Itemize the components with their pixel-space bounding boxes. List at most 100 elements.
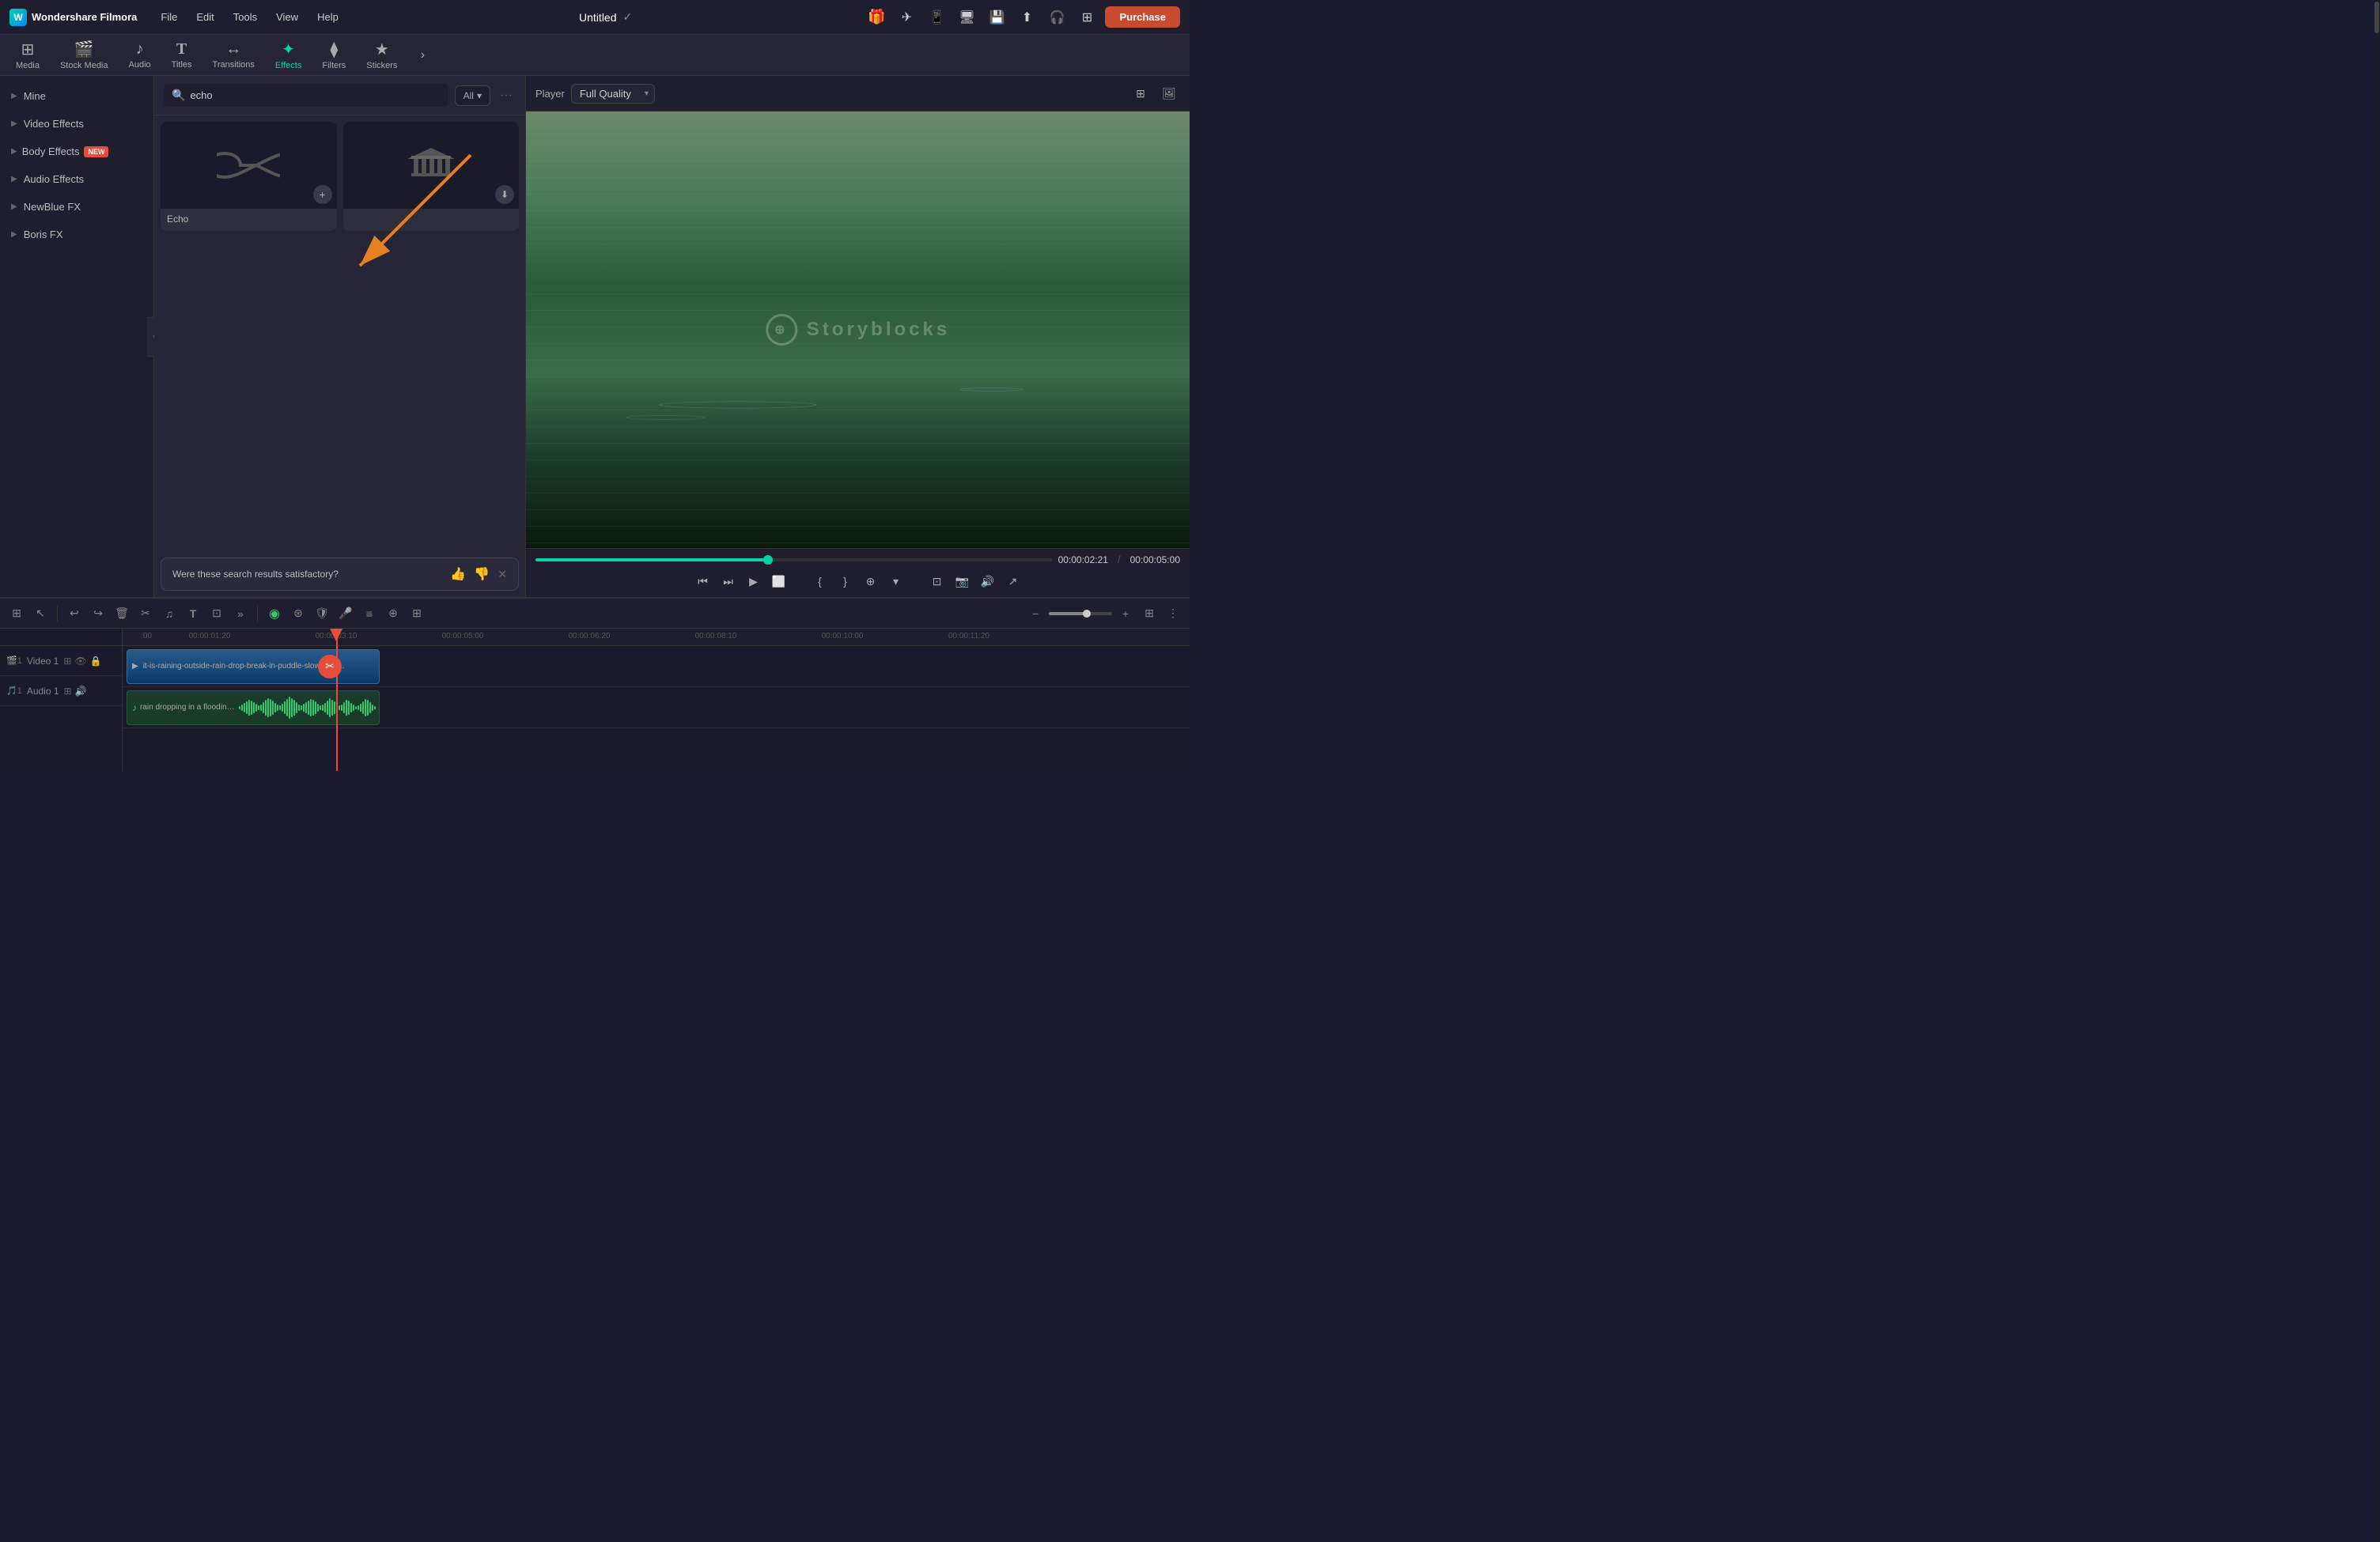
- timeline-head-button[interactable]: ◉: [264, 603, 285, 624]
- cut-button[interactable]: ✂: [135, 603, 156, 624]
- timeline-grid-button[interactable]: ⊞: [1139, 603, 1160, 624]
- more-options-button[interactable]: ···: [497, 85, 516, 106]
- play-button[interactable]: ▶: [743, 570, 765, 592]
- zoom-slider[interactable]: [1049, 612, 1112, 615]
- lock-icon[interactable]: 🔒: [90, 656, 102, 667]
- shield-button[interactable]: 🛡: [312, 603, 332, 624]
- echo-add-button[interactable]: +: [313, 185, 332, 204]
- forward-button[interactable]: »: [230, 603, 251, 624]
- gift-icon[interactable]: 🎁: [865, 6, 888, 29]
- filter-dropdown[interactable]: All ▾: [455, 85, 490, 106]
- text-button[interactable]: T: [183, 603, 203, 624]
- search-input[interactable]: [190, 89, 440, 101]
- effect-thumb-reverb: ⬇: [343, 122, 520, 209]
- toolbar-separator-2: [257, 606, 258, 622]
- grid-icon[interactable]: ⊞: [1075, 6, 1099, 29]
- left-sidebar: ▶ Mine ▶ Video Effects ▶ Body Effects NE…: [0, 76, 154, 597]
- zoom-thumb[interactable]: [1083, 610, 1091, 618]
- ai-button[interactable]: ⊕: [383, 603, 403, 624]
- effect-card-echo[interactable]: + Echo: [161, 122, 337, 231]
- volume-button[interactable]: 🔊: [977, 570, 999, 592]
- audio-settings-icon[interactable]: 🎧: [1045, 6, 1069, 29]
- thumbup-button[interactable]: 👍: [450, 566, 466, 582]
- add-track-icon[interactable]: ⊞: [63, 656, 71, 667]
- skip-back-button[interactable]: ⏮: [692, 570, 714, 592]
- mobile-icon[interactable]: 📱: [925, 6, 948, 29]
- nav-edit[interactable]: Edit: [188, 8, 221, 26]
- thumbdown-button[interactable]: 👎: [474, 566, 490, 582]
- sidebar-item-newblue-fx[interactable]: ▶ NewBlue FX: [0, 193, 153, 221]
- frame-back-button[interactable]: ⏭: [717, 570, 740, 592]
- audio-effects-label: Audio Effects: [24, 173, 84, 185]
- quality-selector[interactable]: Full Quality 1/2 Quality 1/4 Quality ▾: [571, 84, 655, 104]
- redo-button[interactable]: ↪: [88, 603, 108, 624]
- add-audio-icon[interactable]: ⊞: [64, 686, 72, 697]
- nav-right: 🎁 ✈ 📱 🖥 💾 ⬆ 🎧 ⊞ Purchase: [865, 6, 1180, 29]
- quality-select[interactable]: Full Quality 1/2 Quality 1/4 Quality: [571, 84, 655, 104]
- toolbar-media[interactable]: ⊞ Media: [6, 36, 49, 74]
- watermark: ⊕ Storyblocks: [766, 314, 950, 346]
- progress-thumb[interactable]: [763, 555, 773, 565]
- timeline-select-button[interactable]: ↖: [30, 603, 51, 624]
- app-logo: W Wondershare Filmora: [9, 9, 137, 26]
- zoom-in-button[interactable]: +: [1115, 603, 1136, 624]
- mic-button[interactable]: 🎤: [335, 603, 356, 624]
- crop-button[interactable]: ⊡: [206, 603, 227, 624]
- mark-out-button[interactable]: }: [834, 570, 857, 592]
- photo-view-button[interactable]: 🖼: [1158, 82, 1180, 104]
- toolbar-filters[interactable]: ⧫ Filters: [312, 36, 355, 74]
- nav-tools[interactable]: Tools: [225, 8, 265, 26]
- zoom-out-button[interactable]: −: [1025, 603, 1046, 624]
- nav-help[interactable]: Help: [309, 8, 346, 26]
- ruler-mark-6: 00:00:10:00: [822, 632, 864, 641]
- volume-icon[interactable]: 🔊: [75, 686, 87, 697]
- toolbar-effects[interactable]: ✦ Effects: [266, 36, 311, 74]
- toolbar-audio[interactable]: ♪ Audio: [119, 37, 161, 73]
- save-icon[interactable]: 💾: [985, 6, 1008, 29]
- purchase-button[interactable]: Purchase: [1105, 6, 1180, 28]
- share-icon[interactable]: ✈: [895, 6, 918, 29]
- subtitles-button[interactable]: ≡: [359, 603, 380, 624]
- effects-icon: ✦: [282, 40, 295, 59]
- effects-on-timeline[interactable]: ⊛: [288, 603, 308, 624]
- grid-view-button[interactable]: ⊞: [1129, 82, 1152, 104]
- nav-file[interactable]: File: [153, 8, 185, 26]
- toolbar-transitions[interactable]: ↔ Transitions: [203, 37, 264, 73]
- ruler-mark-5: 00:00:08:10: [695, 632, 737, 641]
- time-separator: /: [1118, 554, 1121, 565]
- toolbar-titles[interactable]: T Titles: [162, 37, 202, 73]
- reverb-download-button[interactable]: ⬇: [495, 185, 514, 204]
- monitor-icon[interactable]: 🖥: [955, 6, 978, 29]
- eye-icon[interactable]: 👁: [74, 656, 86, 667]
- sidebar-item-mine[interactable]: ▶ Mine: [0, 82, 153, 110]
- clip-options-button[interactable]: ▾: [885, 570, 907, 592]
- sidebar-item-audio-effects[interactable]: ▶ Audio Effects: [0, 165, 153, 193]
- timeline-snap-button[interactable]: ⊞: [6, 603, 27, 624]
- delete-button[interactable]: 🗑: [112, 603, 132, 624]
- cut-indicator[interactable]: ✂: [318, 655, 342, 678]
- video-clip[interactable]: ▶ it-is-raining-outside-rain-drop-break-…: [127, 649, 380, 684]
- clip-to-timeline-button[interactable]: ⊕: [860, 570, 882, 592]
- nav-view[interactable]: View: [268, 8, 306, 26]
- sidebar-item-video-effects[interactable]: ▶ Video Effects: [0, 110, 153, 138]
- speed-button[interactable]: ↗: [1002, 570, 1024, 592]
- effect-card-reverb[interactable]: ⬇: [343, 122, 520, 231]
- toolbar-stickers[interactable]: ★ Stickers: [357, 36, 407, 74]
- progress-track[interactable]: [535, 558, 1052, 561]
- add-clip-button[interactable]: ⊞: [407, 603, 427, 624]
- export-frame-button[interactable]: ⊡: [926, 570, 948, 592]
- undo-button[interactable]: ↩: [64, 603, 85, 624]
- sidebar-item-boris-fx[interactable]: ▶ Boris FX: [0, 221, 153, 248]
- toolbar-stock-media[interactable]: 🎬 Stock Media: [51, 36, 118, 74]
- audio-detach-button[interactable]: ♫: [159, 603, 180, 624]
- fullscreen-button[interactable]: ⬜: [768, 570, 790, 592]
- feedback-close-button[interactable]: ✕: [498, 568, 507, 581]
- audio-clip[interactable]: ♪ rain dropping in a flooding ground: [127, 690, 380, 725]
- newblue-arrow: ▶: [11, 202, 17, 211]
- screenshot-button[interactable]: 📷: [952, 570, 974, 592]
- timeline-dots-button[interactable]: ⋮: [1163, 603, 1183, 624]
- sidebar-item-body-effects[interactable]: ▶ Body Effects NEW: [0, 138, 153, 165]
- upload-icon[interactable]: ⬆: [1015, 6, 1039, 29]
- toolbar-more-button[interactable]: ›: [411, 44, 433, 66]
- mark-in-button[interactable]: {: [809, 570, 831, 592]
